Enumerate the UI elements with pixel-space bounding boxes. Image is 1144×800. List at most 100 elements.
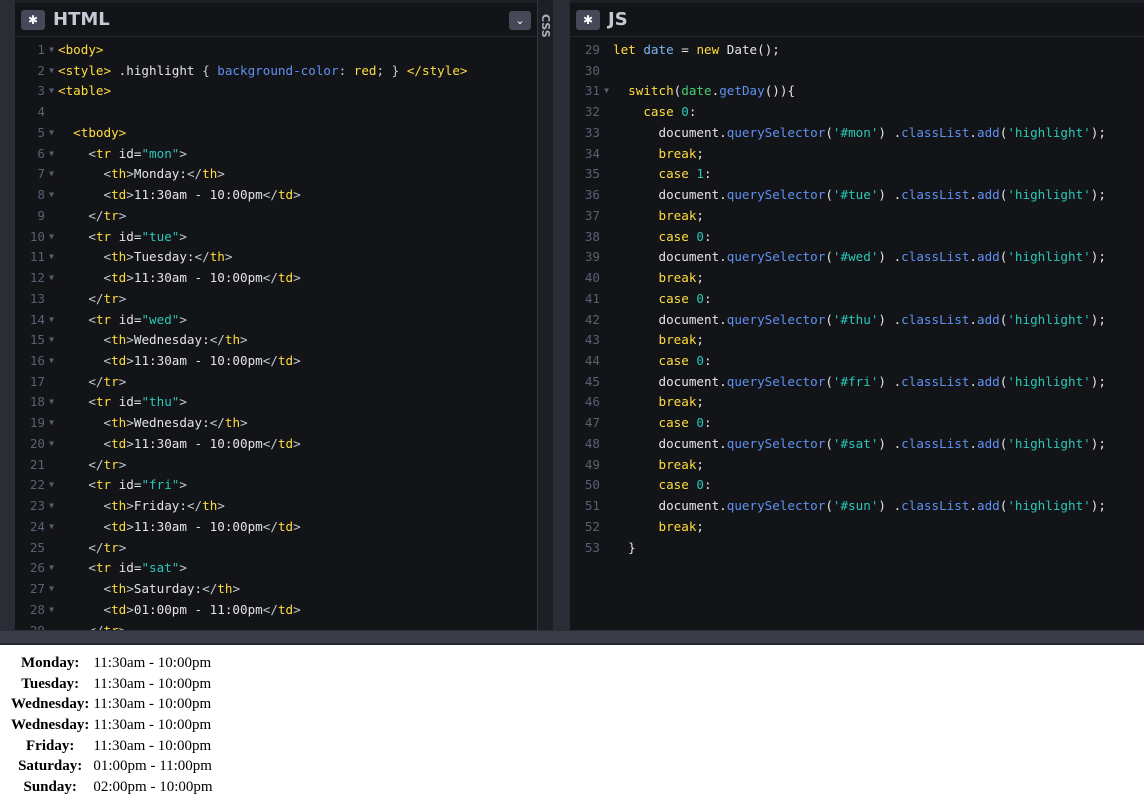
code-line[interactable]: 36 document.querySelector('#tue') .class… [570, 185, 1144, 206]
code-line[interactable]: 12 ▼ <td>11:30am - 10:00pm</td> [15, 268, 537, 289]
fold-arrow-icon[interactable]: ▼ [45, 40, 58, 61]
code-line[interactable]: 29 </tr> [15, 621, 537, 630]
gear-icon[interactable]: ✱ [21, 9, 45, 30]
code-line[interactable]: 1 ▼ <body> [15, 40, 537, 61]
fold-arrow-icon[interactable]: ▼ [45, 81, 58, 102]
code-line[interactable]: 15 ▼ <th>Wednesday:</th> [15, 330, 537, 351]
fold-arrow-icon[interactable]: ▼ [45, 558, 58, 579]
code-line[interactable]: 27 ▼ <th>Saturday:</th> [15, 579, 537, 600]
fold-arrow-icon[interactable]: ▼ [45, 475, 58, 496]
code-line[interactable]: 18 ▼ <tr id="thu"> [15, 392, 537, 413]
code-line[interactable]: 17 </tr> [15, 372, 537, 393]
code-line[interactable]: 3 ▼ <table> [15, 81, 537, 102]
code-line[interactable]: 33 document.querySelector('#mon') .class… [570, 123, 1144, 144]
code-token: tr [103, 539, 119, 555]
code-token: < [88, 394, 96, 410]
fold-arrow-icon[interactable]: ▼ [45, 268, 58, 289]
code-line[interactable]: 2 ▼ <style> .highlight { background-color:… [15, 61, 537, 82]
code-line[interactable]: 14 ▼ <tr id="wed"> [15, 310, 537, 331]
code-token: > [126, 187, 134, 203]
line-number: 37 [584, 207, 600, 223]
fold-arrow-icon[interactable]: ▼ [45, 61, 58, 82]
code-token: red [353, 62, 377, 78]
fold-arrow-icon[interactable]: ▼ [45, 164, 58, 185]
code-line[interactable]: 30 [570, 61, 1144, 82]
css-panel-title[interactable]: CSS [539, 14, 552, 38]
code-line[interactable]: 26 ▼ <tr id="sat"> [15, 558, 537, 579]
line-number: 32 [584, 104, 600, 120]
code-token: > [293, 601, 301, 617]
code-line[interactable]: 51 document.querySelector('#sun') .class… [570, 496, 1144, 517]
code-token: classList [901, 435, 970, 451]
html-code-editor[interactable]: 1 ▼ <body> 2 ▼ <style> .highlight { backgroun… [15, 40, 537, 630]
fold-arrow-icon[interactable]: ▼ [45, 351, 58, 372]
fold-arrow-icon[interactable]: ▼ [45, 579, 58, 600]
fold-arrow-icon[interactable]: ▼ [45, 330, 58, 351]
fold-arrow-icon[interactable]: ▼ [45, 517, 58, 538]
code-line[interactable]: 11 ▼ <th>Tuesday:</th> [15, 247, 537, 268]
code-line[interactable]: 21 </tr> [15, 455, 537, 476]
code-line[interactable]: 42 document.querySelector('#thu') .class… [570, 310, 1144, 331]
code-line[interactable]: 32 case 0: [570, 102, 1144, 123]
code-line[interactable]: 50 case 0: [570, 475, 1144, 496]
code-line[interactable]: 9 </tr> [15, 206, 537, 227]
fold-arrow-icon[interactable]: ▼ [45, 227, 58, 248]
code-line[interactable]: 43 break; [570, 330, 1144, 351]
fold-arrow-icon[interactable]: ▼ [45, 185, 58, 206]
code-line[interactable]: 49 break; [570, 455, 1144, 476]
fold-arrow-icon[interactable]: ▼ [45, 413, 58, 434]
code-line[interactable]: 23 ▼ <th>Friday:</th> [15, 496, 537, 517]
fold-arrow-icon[interactable]: ▼ [45, 600, 58, 621]
fold-arrow-icon[interactable]: ▼ [45, 247, 58, 268]
code-line[interactable]: 13 </tr> [15, 289, 537, 310]
fold-arrow-icon[interactable]: ▼ [45, 144, 58, 165]
code-line[interactable]: 52 break; [570, 517, 1144, 538]
fold-arrow-icon[interactable]: ▼ [45, 123, 58, 144]
code-line[interactable]: 53 } [570, 538, 1144, 559]
code-line[interactable]: 45 document.querySelector('#fri') .class… [570, 372, 1144, 393]
code-line[interactable]: 24 ▼ <td>11:30am - 10:00pm</td> [15, 517, 537, 538]
code-line[interactable]: 16 ▼ <td>11:30am - 10:00pm</td> [15, 351, 537, 372]
code-line[interactable]: 47 case 0: [570, 413, 1144, 434]
code-line[interactable]: 41 case 0: [570, 289, 1144, 310]
code-line[interactable]: 34 break; [570, 144, 1144, 165]
code-line[interactable]: 46 break; [570, 392, 1144, 413]
chevron-down-icon[interactable]: ⌄ [509, 11, 531, 30]
css-panel-collapsed[interactable]: CSS [537, 0, 553, 630]
code-line[interactable]: 19 ▼ <th>Wednesday:</th> [15, 413, 537, 434]
code-line[interactable]: 40 break; [570, 268, 1144, 289]
fold-gutter [600, 372, 613, 393]
code-line[interactable]: 44 case 0: [570, 351, 1144, 372]
code-line[interactable]: 35 case 1: [570, 164, 1144, 185]
code-line[interactable]: 22 ▼ <tr id="fri"> [15, 475, 537, 496]
code-line[interactable]: 39 document.querySelector('#wed') .class… [570, 247, 1144, 268]
fold-arrow-icon[interactable]: ▼ [45, 496, 58, 517]
code-line[interactable]: 25 </tr> [15, 538, 537, 559]
code-line[interactable]: 10 ▼ <tr id="tue"> [15, 227, 537, 248]
code-line[interactable]: 28 ▼ <td>01:00pm - 11:00pm</td> [15, 600, 537, 621]
code-line[interactable]: 37 break; [570, 206, 1144, 227]
fold-arrow-icon[interactable]: ▼ [45, 392, 58, 413]
fold-arrow-icon[interactable]: ▼ [45, 310, 58, 331]
code-line[interactable]: 5 ▼ <tbody> [15, 123, 537, 144]
code-line[interactable]: 20 ▼ <td>11:30am - 10:00pm</td> [15, 434, 537, 455]
code-line[interactable]: 4 [15, 102, 537, 123]
code-line[interactable]: 7 ▼ <th>Monday:</th> [15, 164, 537, 185]
code-line[interactable]: 48 document.querySelector('#sat') .class… [570, 434, 1144, 455]
js-code-editor[interactable]: 29 let date = new Date(); 30 31 ▼ switch(dat… [570, 40, 1144, 558]
fold-arrow-icon[interactable]: ▼ [600, 81, 613, 102]
code-line[interactable]: 38 case 0: [570, 227, 1144, 248]
code-token: ; [696, 332, 705, 348]
gear-icon[interactable]: ✱ [576, 9, 600, 30]
code-token: id= [111, 477, 142, 493]
code-line[interactable]: 6 ▼ <tr id="mon"> [15, 144, 537, 165]
code-token: ; } [376, 62, 407, 78]
resize-divider[interactable] [0, 630, 1144, 645]
code-line[interactable]: 31 ▼ switch(date.getDay()){ [570, 81, 1144, 102]
fold-arrow-icon[interactable]: ▼ [45, 434, 58, 455]
code-line[interactable]: 29 let date = new Date(); [570, 40, 1144, 61]
code-line[interactable]: 8 ▼ <td>11:30am - 10:00pm</td> [15, 185, 537, 206]
